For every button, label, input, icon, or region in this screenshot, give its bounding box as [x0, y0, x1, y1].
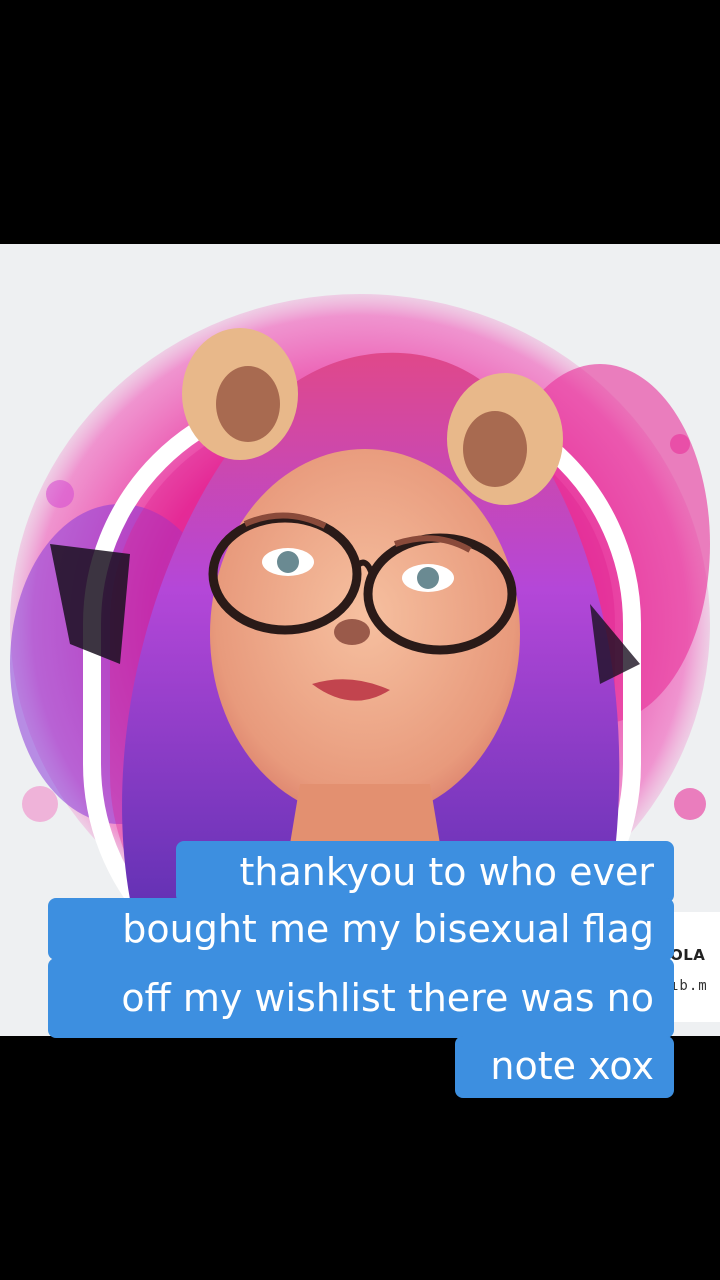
cartoon-portrait [10, 294, 710, 1003]
side-card-subtitle: ıb.m [670, 978, 708, 994]
caption-line-4: note xox [455, 1036, 674, 1098]
profile-art-image [0, 244, 720, 1036]
side-info-card: OLA ıb.m [668, 912, 720, 1022]
side-card-title: OLA [670, 946, 706, 964]
